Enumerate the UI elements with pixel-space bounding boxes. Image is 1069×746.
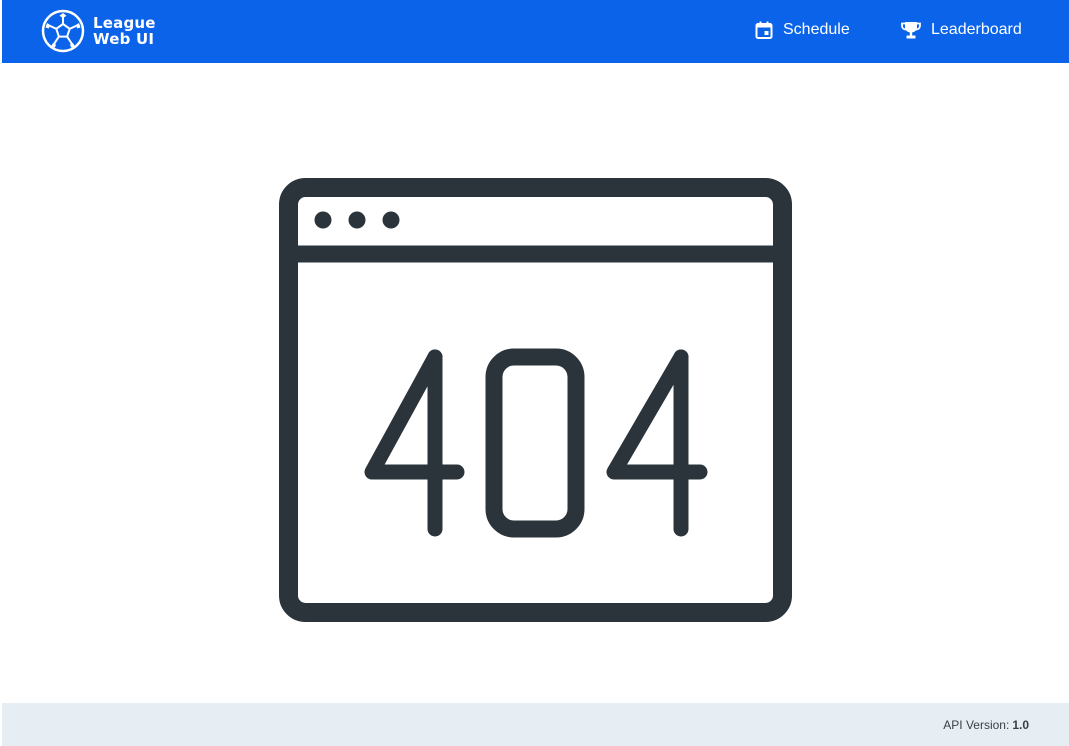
footer: API Version: 1.0: [2, 703, 1069, 746]
brand-name-line1: League: [93, 14, 156, 32]
browser-window-dots-icon: [314, 211, 400, 229]
error-digit-4-left: [364, 349, 465, 537]
brand-home-link[interactable]: League Web UI: [40, 8, 156, 54]
nav-schedule-label: Schedule: [783, 21, 850, 38]
browser-window-frame: [279, 178, 792, 622]
error-digit-0: [485, 348, 585, 538]
nav-leaderboard-link[interactable]: Leaderboard: [900, 20, 1022, 40]
trophy-icon: [900, 20, 922, 40]
brand-name: League Web UI: [93, 15, 156, 47]
api-version-label: API Version:: [943, 718, 1010, 732]
brand-name-line2: Web UI: [93, 30, 155, 48]
nav-leaderboard-label: Leaderboard: [931, 21, 1022, 38]
browser-window-404-illustration: [279, 178, 792, 622]
soccer-ball-icon: [41, 9, 85, 53]
error-digit-4-right: [606, 349, 708, 537]
nav-schedule-link[interactable]: Schedule: [754, 20, 850, 40]
api-version-text: API Version: 1.0: [943, 718, 1029, 732]
top-navbar: League Web UI Schedule Leaderboard: [2, 0, 1069, 63]
api-version-value: 1.0: [1012, 718, 1029, 732]
calendar-icon: [754, 20, 774, 40]
